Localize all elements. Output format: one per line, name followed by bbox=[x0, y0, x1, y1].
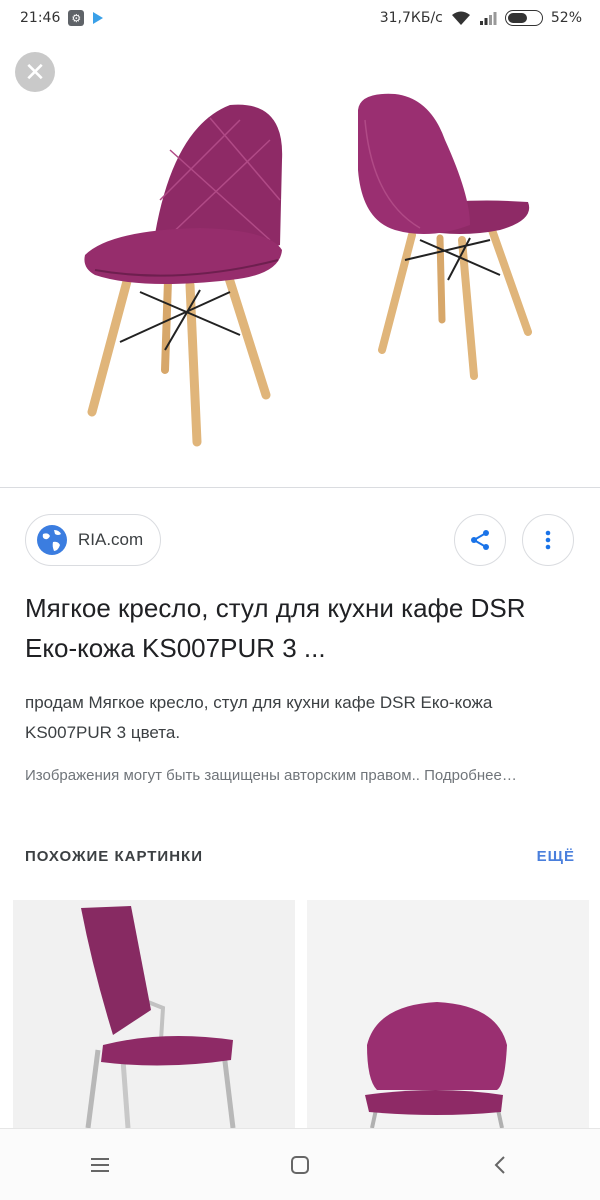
chair-front-view bbox=[84, 104, 283, 447]
source-chip[interactable]: RIA.com bbox=[25, 514, 161, 566]
home-button[interactable] bbox=[270, 1140, 330, 1190]
hero-image[interactable] bbox=[0, 80, 600, 480]
back-icon bbox=[494, 1155, 505, 1174]
status-bar: 21:46 ⚙ 31,7КБ/с 52% bbox=[0, 0, 600, 36]
battery-percent: 52% bbox=[550, 10, 582, 26]
battery-icon bbox=[504, 10, 543, 26]
related-image-thumbnail[interactable] bbox=[13, 900, 295, 1128]
settings-notification-icon: ⚙ bbox=[68, 10, 85, 26]
chair-highback-image bbox=[81, 906, 236, 1128]
related-images-header: ПОХОЖИЕ КАРТИНКИ bbox=[25, 848, 203, 865]
related-image-thumbnail[interactable] bbox=[307, 900, 589, 1128]
chair-rear-view bbox=[358, 93, 532, 380]
result-title[interactable]: Мягкое кресло, стул для кухни кафе DSR Е… bbox=[25, 588, 575, 668]
more-related-link[interactable]: ЕЩЁ bbox=[537, 848, 575, 865]
globe-icon bbox=[37, 525, 67, 555]
more-options-button[interactable] bbox=[522, 514, 574, 566]
source-name: RIA.com bbox=[78, 530, 144, 549]
network-speed: 31,7КБ/с bbox=[379, 10, 443, 26]
status-time: 21:46 bbox=[20, 10, 61, 26]
copyright-notice[interactable]: Изображения могут быть защищены авторски… bbox=[25, 762, 575, 790]
share-icon bbox=[471, 530, 489, 550]
chair-roundback-image bbox=[365, 1002, 507, 1128]
divider bbox=[0, 487, 600, 488]
result-description: продам Мягкое кресло, стул для кухни каф… bbox=[25, 693, 493, 742]
back-button[interactable] bbox=[470, 1140, 530, 1190]
share-button[interactable] bbox=[454, 514, 506, 566]
more-vert-icon bbox=[545, 530, 551, 550]
system-nav-bar bbox=[0, 1128, 600, 1200]
signal-icon bbox=[479, 12, 497, 25]
wifi-icon bbox=[451, 11, 470, 25]
recent-apps-button[interactable] bbox=[70, 1140, 130, 1190]
play-store-icon bbox=[93, 12, 104, 24]
menu-icon bbox=[91, 1157, 109, 1172]
home-square-icon bbox=[291, 1155, 309, 1174]
